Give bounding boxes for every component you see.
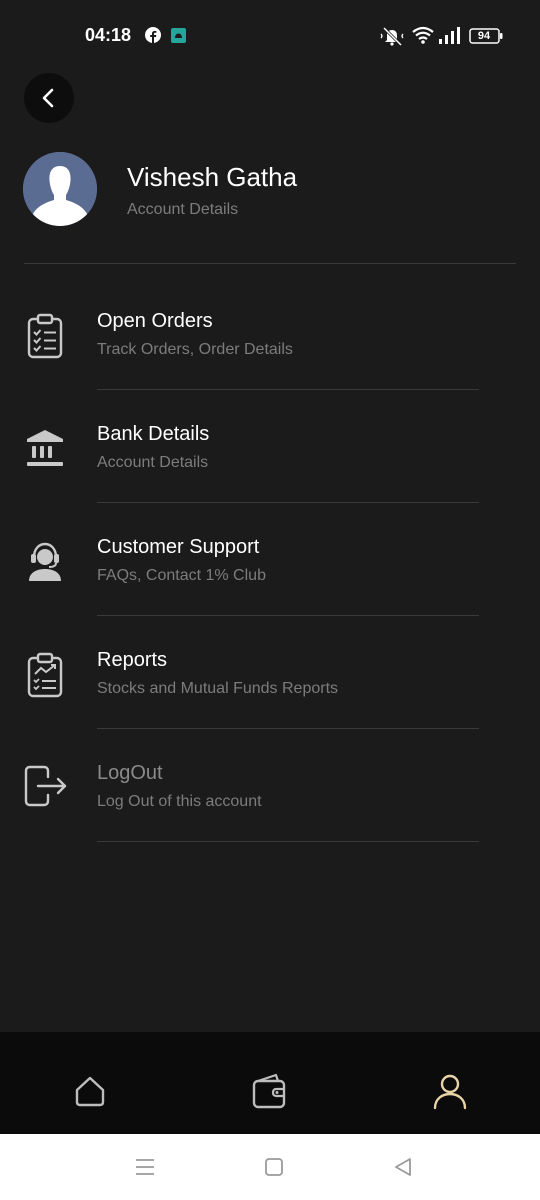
menu-divider <box>97 615 479 616</box>
menu-item-title: Customer Support <box>97 536 260 558</box>
clipboard-checklist-icon <box>22 313 68 359</box>
menu-item-subtitle: Log Out of this account <box>97 793 262 810</box>
menu-item-reports[interactable]: Reports Stocks and Mutual Funds Reports <box>0 630 540 743</box>
user-silhouette-icon <box>23 152 97 226</box>
account-screen: 04:18 94 Vishesh Gatha Account Details O… <box>0 0 540 1200</box>
battery-level: 94 <box>477 30 491 42</box>
bank-icon <box>22 425 68 471</box>
menu-item-bank-details[interactable]: Bank Details Account Details <box>0 404 540 517</box>
menu-item-open-orders[interactable]: Open Orders Track Orders, Order Details <box>0 291 540 404</box>
profile-subtitle[interactable]: Account Details <box>127 201 238 219</box>
profile-divider <box>24 263 516 264</box>
status-bar: 04:18 94 <box>0 0 540 72</box>
profile-icon[interactable] <box>429 1070 471 1112</box>
menu-item-title: Open Orders <box>97 310 213 332</box>
menu-item-subtitle: Account Details <box>97 454 209 471</box>
headset-support-icon <box>22 538 68 584</box>
menu-item-subtitle: Track Orders, Order Details <box>97 341 293 358</box>
facebook-icon <box>145 27 161 43</box>
menu-item-title: Reports <box>97 649 168 671</box>
menu-item-logout[interactable]: LogOut Log Out of this account <box>0 743 540 856</box>
logout-icon <box>22 763 68 809</box>
home-icon[interactable] <box>69 1070 111 1112</box>
app-notification-icon <box>171 28 186 43</box>
menu-divider <box>97 502 479 503</box>
menu-divider <box>97 728 479 729</box>
signal-icon <box>439 27 460 44</box>
home-square-icon[interactable] <box>260 1153 288 1181</box>
menu-divider <box>97 841 479 842</box>
avatar[interactable] <box>23 152 97 226</box>
menu-item-subtitle: FAQs, Contact 1% Club <box>97 567 266 584</box>
menu-item-title: LogOut <box>97 762 163 784</box>
menu-item-title: Bank Details <box>97 423 210 445</box>
mute-icon <box>380 26 404 46</box>
report-clipboard-icon <box>22 652 68 698</box>
menu-item-subtitle: Stocks and Mutual Funds Reports <box>97 680 339 697</box>
back-button[interactable] <box>24 73 74 123</box>
menu-item-customer-support[interactable]: Customer Support FAQs, Contact 1% Club <box>0 517 540 630</box>
back-triangle-icon[interactable] <box>389 1153 417 1181</box>
menu-divider <box>97 389 479 390</box>
wifi-icon <box>412 26 434 44</box>
chevron-left-icon <box>42 88 54 108</box>
status-time: 04:18 <box>85 25 132 45</box>
recent-apps-icon[interactable] <box>131 1153 159 1181</box>
profile-name[interactable]: Vishesh Gatha <box>127 162 297 193</box>
wallet-icon[interactable] <box>249 1070 291 1112</box>
